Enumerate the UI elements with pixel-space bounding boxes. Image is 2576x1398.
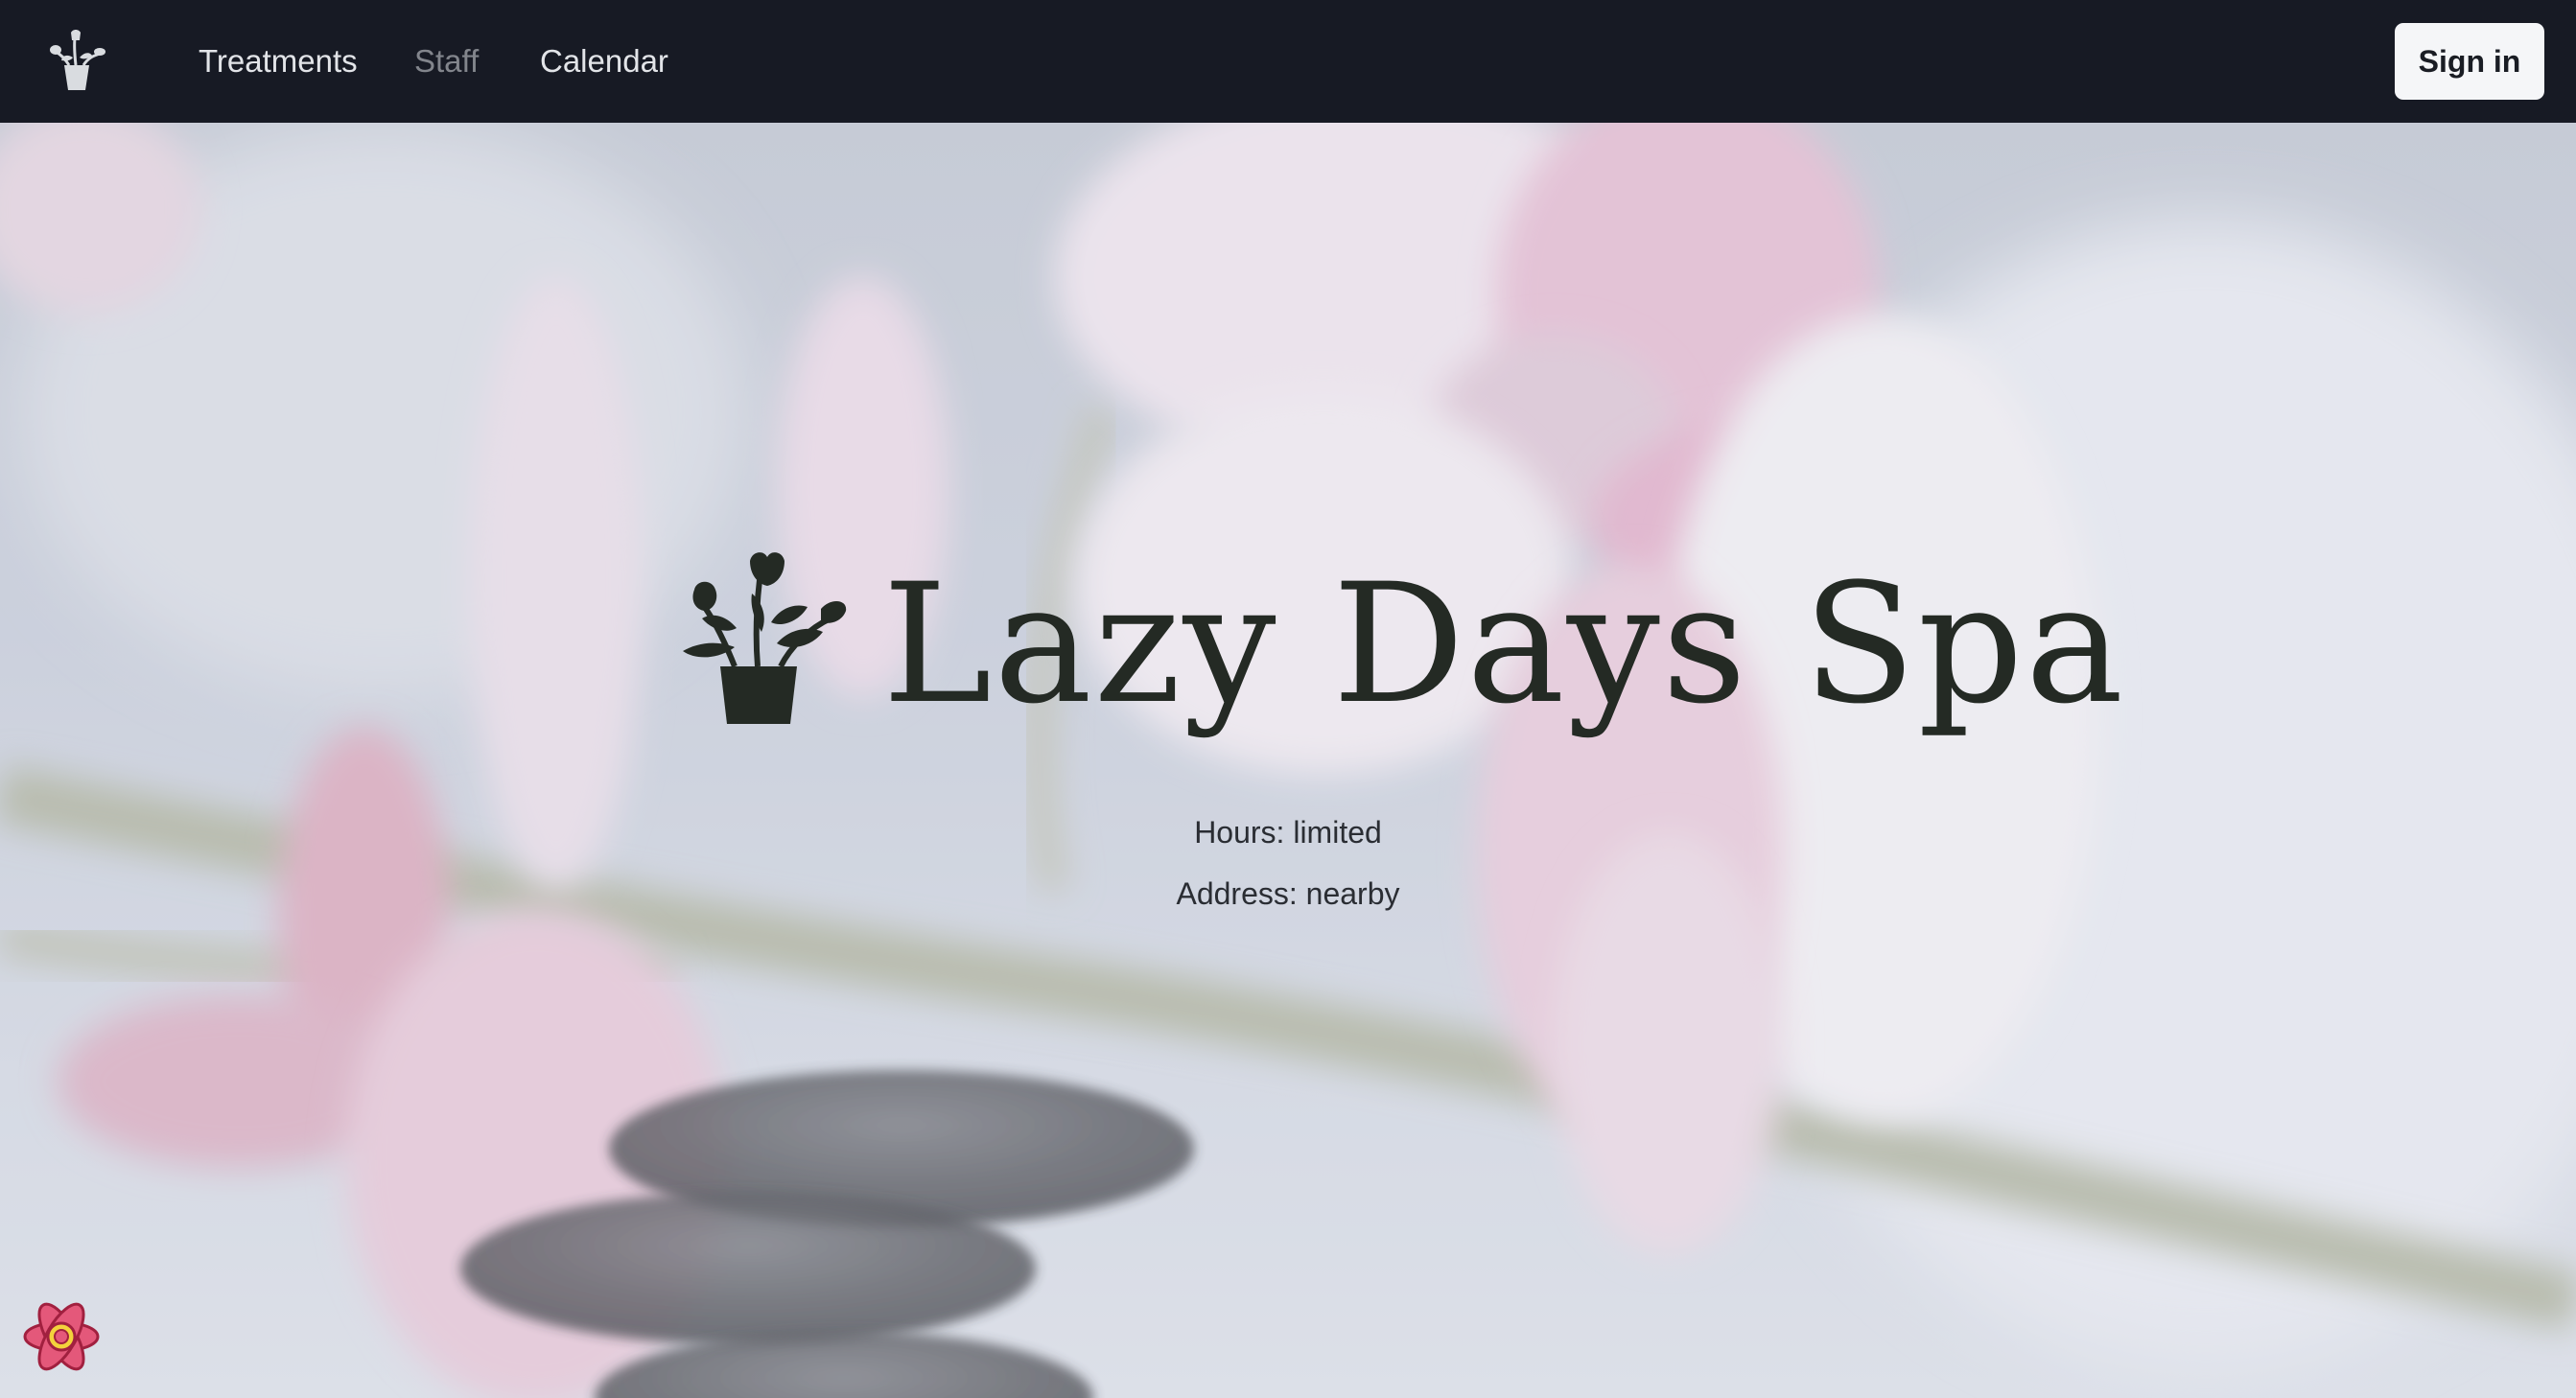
top-navbar: Treatments Staff Calendar Sign in [0,0,2576,123]
nav-link-staff[interactable]: Staff [414,38,479,84]
hero-section [0,123,2576,1398]
nav-link-calendar[interactable]: Calendar [540,38,668,84]
nav-link-treatments[interactable]: Treatments [199,38,358,84]
page-title: Lazy Days Spa [882,548,2126,740]
hero-overlay [0,123,2576,1398]
hours-text: Hours: limited [1194,815,1382,850]
potted-plant-icon[interactable] [48,29,105,92]
react-query-devtools-icon[interactable] [21,1296,102,1377]
address-text: Address: nearby [1176,876,1400,911]
sign-in-button[interactable]: Sign in [2395,23,2544,100]
potted-plant-icon [677,551,850,729]
